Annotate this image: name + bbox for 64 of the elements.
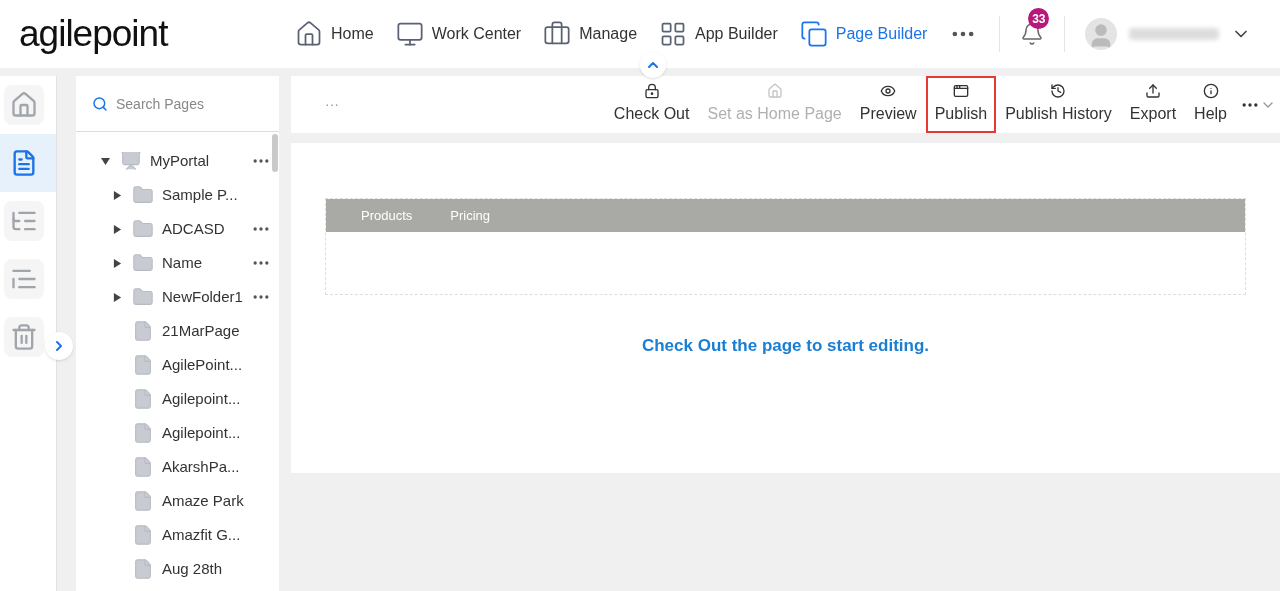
nav-item[interactable]: Home bbox=[295, 20, 374, 48]
page-icon bbox=[132, 320, 154, 342]
tree-item[interactable]: Name bbox=[162, 251, 202, 275]
page-icon bbox=[132, 422, 154, 444]
monitor-icon bbox=[395, 20, 424, 48]
page-icon bbox=[132, 354, 154, 376]
search-field[interactable]: Search Pages bbox=[116, 83, 263, 124]
bell-icon[interactable] bbox=[1020, 22, 1045, 46]
info-icon bbox=[1202, 83, 1219, 99]
toolbar-button[interactable]: Help bbox=[1185, 76, 1236, 133]
logo[interactable]: agilepoint bbox=[19, 6, 279, 62]
nav-item[interactable]: Work Center bbox=[395, 20, 522, 48]
collapsed-caret-icon[interactable] bbox=[112, 190, 122, 200]
page-icon bbox=[132, 388, 154, 410]
page-icon bbox=[132, 456, 154, 478]
tree-item[interactable]: Sample P... bbox=[162, 183, 238, 207]
expand-button[interactable] bbox=[45, 332, 73, 360]
tab-label: Products bbox=[361, 206, 413, 225]
tree-item[interactable]: AkarshPa... bbox=[162, 455, 240, 479]
toolbar-button[interactable]: Preview bbox=[850, 76, 926, 133]
tree-item[interactable]: AgilePoint... bbox=[162, 353, 243, 377]
nav-item[interactable]: Page Builder bbox=[799, 20, 928, 48]
pages-icon bbox=[799, 20, 828, 48]
eye-icon bbox=[880, 83, 897, 99]
toolbar-button[interactable]: Export bbox=[1120, 76, 1186, 133]
search-box[interactable]: Search Pages bbox=[76, 76, 279, 132]
collapsed-caret-icon[interactable] bbox=[112, 224, 122, 234]
tree-item[interactable]: Amazfit G... bbox=[162, 523, 241, 547]
nav-item[interactable]: App Builder bbox=[659, 20, 778, 48]
tree-item[interactable]: MyPortal bbox=[150, 149, 210, 173]
page-icon bbox=[132, 558, 154, 580]
folder-icon bbox=[132, 218, 154, 240]
tree-item[interactable]: Amaze Park bbox=[162, 489, 244, 513]
scrollbar[interactable] bbox=[272, 134, 278, 172]
collapse-button[interactable] bbox=[640, 52, 666, 78]
expanded-caret-icon[interactable] bbox=[100, 156, 110, 166]
notification-badge: 33 bbox=[1028, 8, 1050, 29]
folder-icon bbox=[132, 286, 154, 308]
home-icon bbox=[295, 20, 323, 48]
search-icon[interactable] bbox=[92, 95, 108, 112]
home-icon bbox=[766, 83, 783, 99]
page-icon bbox=[132, 524, 154, 546]
home-icon bbox=[10, 91, 38, 119]
toolbar-button[interactable]: Publish bbox=[925, 76, 997, 133]
nav-item[interactable]: Manage bbox=[543, 20, 638, 48]
tree-item[interactable]: Agilepoint... bbox=[162, 387, 241, 411]
folder-icon bbox=[132, 184, 154, 206]
collapsed-caret-icon[interactable] bbox=[112, 292, 122, 302]
status-message: Check Out the page to start editing. bbox=[641, 335, 930, 357]
toolbar-button[interactable]: Publish History bbox=[996, 76, 1121, 133]
tree-item[interactable]: ADCASD bbox=[162, 217, 225, 241]
trash-icon bbox=[10, 323, 38, 351]
lock-icon bbox=[643, 83, 660, 99]
toolbar-button[interactable]: Check Out bbox=[604, 76, 699, 133]
tree-item[interactable]: 21MarPage bbox=[162, 319, 240, 343]
tree-item[interactable]: Aug 28th bbox=[162, 557, 223, 581]
page-icon bbox=[132, 490, 154, 512]
tab-label: Pricing bbox=[450, 206, 491, 225]
collapsed-caret-icon[interactable] bbox=[112, 258, 122, 268]
tree-item[interactable]: Agilepoint... bbox=[162, 421, 241, 445]
history-icon bbox=[1050, 83, 1067, 99]
upload-icon bbox=[1144, 83, 1161, 99]
tree-item[interactable]: NewFolder1 bbox=[162, 285, 243, 309]
folder-icon bbox=[132, 252, 154, 274]
